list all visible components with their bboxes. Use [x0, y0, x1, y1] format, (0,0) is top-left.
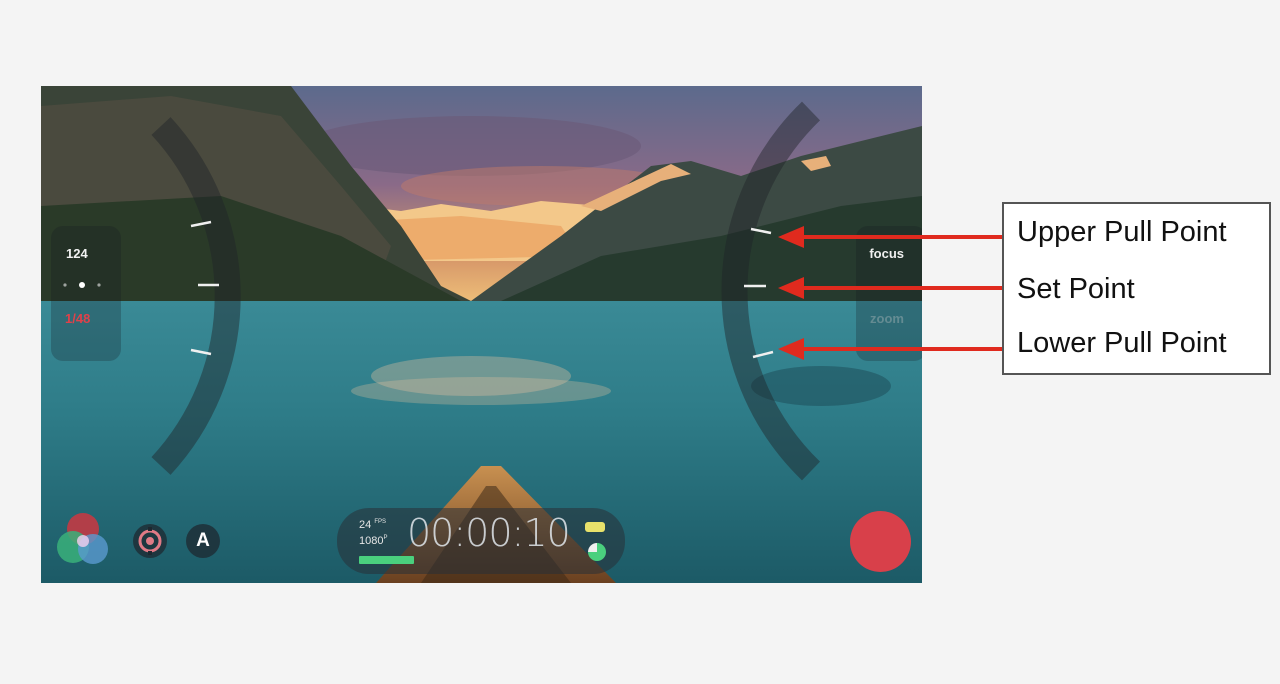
color-wheel-icon[interactable] — [53, 511, 113, 571]
recording-info-panel: 24 FPS 1080P 00:00:10 — [337, 508, 625, 574]
resolution: 1080P — [359, 535, 388, 547]
frame-rate: 24 FPS — [359, 519, 386, 531]
resolution-unit: P — [383, 535, 388, 541]
page-indicator — [63, 282, 101, 288]
battery-icon — [585, 522, 605, 532]
iso-value[interactable]: 124 — [66, 246, 88, 261]
left-lower-mark — [190, 348, 212, 356]
set-point-label: Set Point — [1017, 273, 1135, 305]
timecode: 00:00:10 — [407, 511, 571, 555]
arrow-icon — [778, 277, 1003, 299]
left-arc-dial[interactable] — [151, 117, 241, 475]
stabilizer-icon[interactable] — [133, 524, 167, 558]
fps-value: 24 — [359, 519, 372, 531]
audio-level-bar — [359, 556, 414, 564]
upper-pull-point-label: Upper Pull Point — [1017, 216, 1227, 248]
fps-unit: FPS — [374, 519, 386, 525]
storage-icon — [588, 543, 606, 561]
shutter-speed[interactable]: 1/48 — [65, 311, 90, 326]
arrow-icon — [778, 226, 1003, 248]
record-button[interactable] — [850, 511, 911, 572]
auto-mode-icon[interactable]: A — [186, 524, 220, 558]
callout-legend: Upper Pull Point Set Point Lower Pull Po… — [1002, 202, 1271, 375]
lower-pull-point-label: Lower Pull Point — [1017, 327, 1227, 359]
callout-arrows — [778, 226, 1003, 360]
resolution-value: 1080 — [359, 535, 384, 547]
arrow-icon — [778, 338, 1003, 360]
